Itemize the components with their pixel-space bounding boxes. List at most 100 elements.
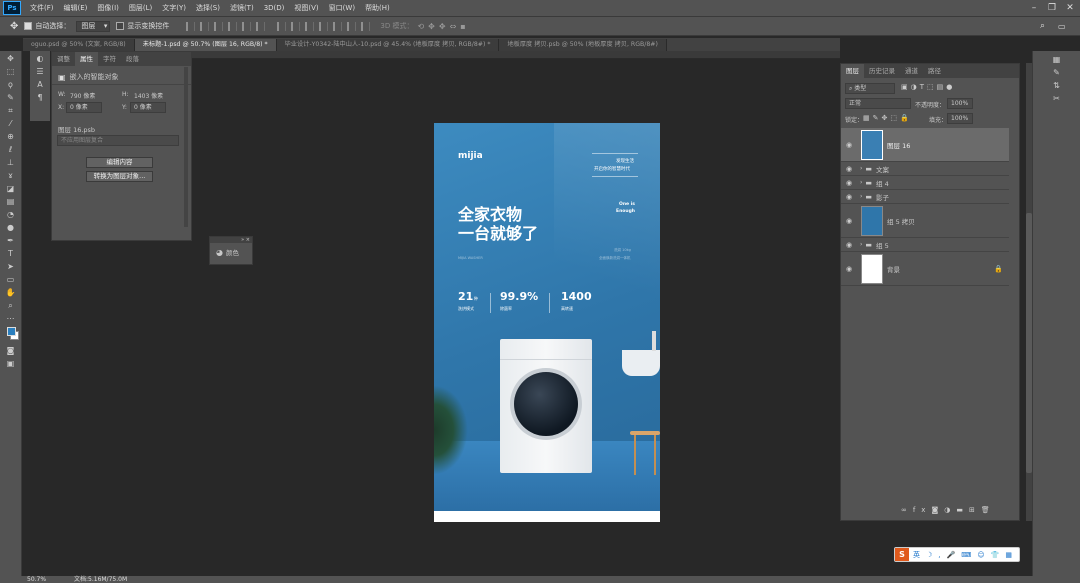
distribute-bottom-icon[interactable]: [305, 21, 315, 31]
menu-select[interactable]: 选择(S): [191, 3, 225, 13]
brush-settings-icon[interactable]: ✎: [1051, 68, 1063, 78]
layer-name[interactable]: 组 4: [876, 178, 889, 188]
delete-layer-icon[interactable]: 🗑: [981, 506, 996, 514]
visibility-eye-icon[interactable]: ◉: [841, 217, 857, 225]
layer-row-background[interactable]: ◉ 背景 🔒: [841, 252, 1009, 286]
marquee-tool-icon[interactable]: ⬚: [5, 67, 17, 77]
workspace-icon[interactable]: ▭: [1058, 22, 1066, 31]
menu-filter[interactable]: 滤镜(T): [225, 3, 259, 13]
library-icon[interactable]: ▦: [1051, 55, 1063, 65]
align-hcenter-icon[interactable]: [242, 21, 252, 31]
blend-mode-dropdown[interactable]: 正常: [845, 98, 911, 109]
tab-paragraph[interactable]: 段落: [121, 52, 144, 66]
distribute-vcenter-icon[interactable]: [291, 21, 301, 31]
visibility-eye-icon[interactable]: ◉: [841, 141, 857, 149]
new-group-icon[interactable]: ▬: [956, 506, 969, 514]
brush-tool-icon[interactable]: ℓ: [5, 145, 17, 155]
menu-image[interactable]: 图像(I): [92, 3, 124, 13]
fill-field[interactable]: 100%: [947, 113, 973, 124]
tab-document[interactable]: 地板厚度 拷贝.psb @ 50% (地板厚度 拷贝, RGB/8#): [499, 39, 667, 51]
move-tool-icon[interactable]: ✥: [5, 54, 17, 64]
zoom-tool-icon[interactable]: ⌕: [5, 301, 17, 311]
distribute-left-icon[interactable]: [319, 21, 329, 31]
layer-name[interactable]: 文案: [876, 164, 889, 174]
align-vcenter-icon[interactable]: [200, 21, 210, 31]
search-icon[interactable]: ⌕: [1040, 21, 1045, 31]
layer-row-selected[interactable]: ◉ 图层 16: [841, 128, 1009, 162]
visibility-eye-icon[interactable]: ◉: [841, 265, 857, 273]
layer-name[interactable]: 背景: [887, 264, 994, 274]
align-bottom-icon[interactable]: [214, 21, 224, 31]
distribute-hcenter-icon[interactable]: [333, 21, 343, 31]
layer-row[interactable]: ◉ › ▬ 组 5: [841, 238, 1009, 252]
tab-history[interactable]: 历史记录: [864, 64, 900, 78]
document-canvas[interactable]: mijia 发现生活 开启你的智慧时代 全家衣物 一台就够了 One is En…: [434, 123, 660, 522]
layer-filter-dropdown[interactable]: ⌕ 类型: [845, 83, 895, 94]
fx-icon[interactable]: fx: [913, 506, 932, 514]
quick-select-icon[interactable]: ✎: [5, 93, 17, 103]
menu-view[interactable]: 视图(V): [289, 3, 323, 13]
menu-window[interactable]: 窗口(W): [324, 3, 360, 13]
minimize-icon[interactable]: –: [1027, 2, 1041, 14]
color-palette-icon[interactable]: ◕: [216, 248, 223, 257]
layer-comp-dropdown[interactable]: 不应用图层复合: [57, 135, 179, 146]
auto-select-dropdown[interactable]: 图层: [76, 20, 111, 32]
layer-row[interactable]: ◉ › ▬ 组 4: [841, 176, 1009, 190]
shape-tool-icon[interactable]: ▭: [5, 275, 17, 285]
visibility-eye-icon[interactable]: ◉: [841, 179, 857, 187]
tab-document[interactable]: oguo.psd @ 50% (文案, RGB/8): [23, 39, 135, 51]
menu-edit[interactable]: 编辑(E): [59, 3, 93, 13]
paragraph-icon[interactable]: ¶: [34, 93, 46, 103]
tab-channels[interactable]: 通道: [900, 64, 923, 78]
move-tool-icon[interactable]: ✥: [10, 21, 18, 32]
lasso-tool-icon[interactable]: ϙ: [5, 80, 17, 90]
layer-name[interactable]: 组 5: [876, 240, 889, 250]
menu-help[interactable]: 帮助(H): [360, 3, 395, 13]
history-brush-icon[interactable]: ɤ: [5, 171, 17, 181]
eyedropper-icon[interactable]: ⁄: [5, 119, 17, 129]
show-transform-option[interactable]: 显示变换控件: [116, 21, 169, 31]
tab-properties[interactable]: 属性: [75, 52, 98, 66]
tab-paths[interactable]: 路径: [923, 64, 946, 78]
width-value[interactable]: 790 像素: [70, 91, 95, 100]
character-icon[interactable]: A: [34, 80, 46, 90]
tab-adjustments[interactable]: 调整: [52, 52, 75, 66]
layer-name[interactable]: 图层 16: [887, 140, 910, 150]
lock-icons[interactable]: ▦✎✥⬚🔒: [863, 114, 912, 122]
layer-name[interactable]: 组 5 拷贝: [887, 216, 915, 226]
clone-stamp-icon[interactable]: ⊥: [5, 158, 17, 168]
x-field[interactable]: 0 像素: [66, 102, 102, 113]
color-swatches[interactable]: [5, 327, 19, 343]
tab-character[interactable]: 字符: [98, 52, 121, 66]
layer-row[interactable]: ◉ 组 5 拷贝: [841, 204, 1009, 238]
edit-contents-button[interactable]: 编辑内容: [86, 157, 153, 168]
more-tools-icon[interactable]: ⋯: [5, 314, 17, 324]
3d-tools-icon[interactable]: ⟲✥✥⇔▪: [417, 22, 469, 31]
expand-chevron-icon[interactable]: ›: [860, 179, 862, 186]
ime-language-label[interactable]: 英: [913, 550, 920, 560]
pen-tool-icon[interactable]: ✒: [5, 236, 17, 246]
tab-document-active[interactable]: 未标题-1.psd @ 50.7% (图层 16, RGB/8) *: [134, 39, 277, 51]
tab-document[interactable]: 毕业设计-Y0342-陆中山人-10.psd @ 45.4% (地板厚度 拷贝,…: [276, 39, 500, 51]
distribute-right-icon[interactable]: [347, 21, 357, 31]
layer-row[interactable]: ◉ › ▬ 影子: [841, 190, 1009, 204]
new-layer-icon[interactable]: ⊞: [969, 506, 981, 514]
healing-brush-icon[interactable]: ⊕: [5, 132, 17, 142]
distribute-top-icon[interactable]: [277, 21, 287, 31]
menu-layer[interactable]: 图层(L): [124, 3, 157, 13]
screen-mode-icon[interactable]: ▣: [5, 359, 17, 369]
expand-chevron-icon[interactable]: ›: [860, 193, 862, 200]
y-field[interactable]: 0 像素: [130, 102, 166, 113]
hand-tool-icon[interactable]: ✋: [5, 288, 17, 298]
dodge-tool-icon[interactable]: ●: [5, 223, 17, 233]
type-tool-icon[interactable]: T: [5, 249, 17, 259]
align-top-icon[interactable]: [186, 21, 196, 31]
link-layers-icon[interactable]: ∞: [901, 506, 913, 514]
close-icon[interactable]: ✕: [1063, 2, 1077, 14]
menu-3d[interactable]: 3D(D): [259, 4, 290, 12]
layer-filter-icons[interactable]: ▣◑T⬚▤●: [901, 83, 955, 91]
gradient-tool-icon[interactable]: ▤: [5, 197, 17, 207]
restore-icon[interactable]: ❐: [1045, 2, 1059, 14]
blur-tool-icon[interactable]: ◔: [5, 210, 17, 220]
zoom-level[interactable]: 50.7%: [27, 576, 46, 583]
